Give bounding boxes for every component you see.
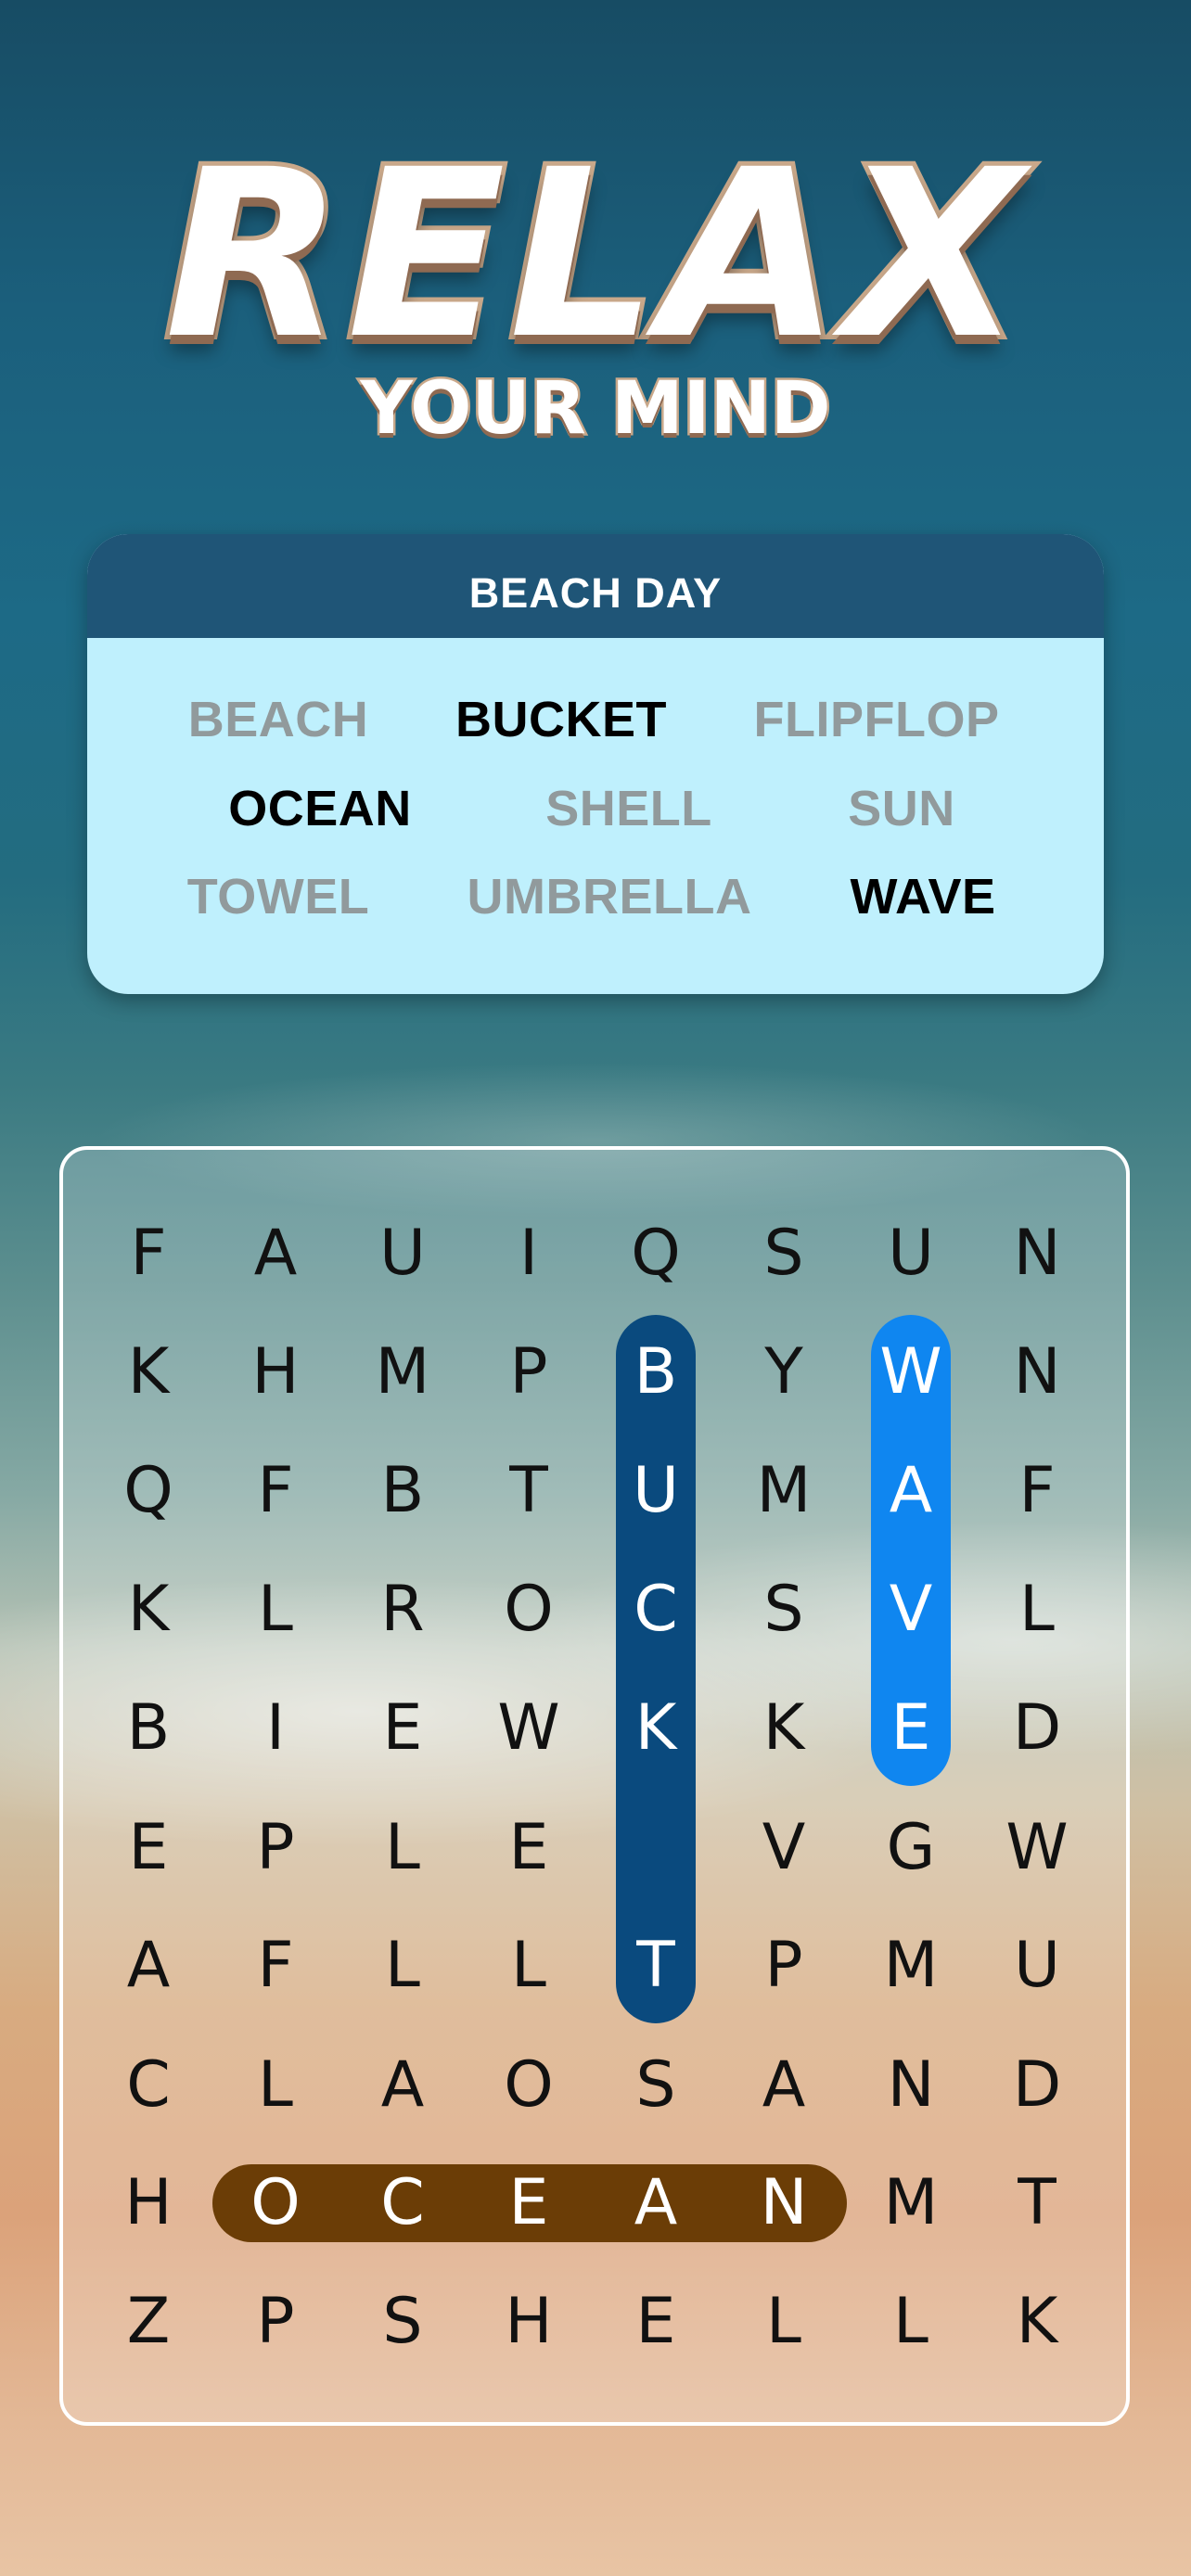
grid-letter[interactable]: T bbox=[991, 2157, 1083, 2250]
grid-letter[interactable]: Y bbox=[737, 1326, 830, 1419]
grid-letter[interactable]: P bbox=[482, 1326, 575, 1419]
grid-letter[interactable]: I bbox=[229, 1682, 322, 1775]
grid-letter[interactable]: A bbox=[609, 2157, 702, 2250]
grid-letter[interactable]: U bbox=[864, 1207, 957, 1300]
grid-letter[interactable]: U bbox=[991, 1919, 1083, 2012]
grid-letter[interactable]: E bbox=[356, 1682, 449, 1775]
grid-letter[interactable]: D bbox=[991, 2039, 1083, 2132]
word-flipflop: FLIPFLOP bbox=[753, 692, 1000, 747]
grid-letter[interactable]: L bbox=[737, 2276, 830, 2368]
grid-letter[interactable]: B bbox=[356, 1445, 449, 1537]
grid-letter[interactable]: C bbox=[356, 2157, 449, 2250]
word-list-panel: BEACH DAY BEACH BUCKET FLIPFLOP OCEAN SHELL S… bbox=[87, 534, 1104, 994]
grid-letter[interactable]: M bbox=[356, 1326, 449, 1419]
grid-letter[interactable]: O bbox=[229, 2157, 322, 2250]
grid-letter[interactable]: I bbox=[482, 1207, 575, 1300]
grid-letter[interactable]: G bbox=[864, 1802, 957, 1894]
grid-letter[interactable]: S bbox=[737, 1207, 830, 1300]
grid-letter[interactable]: C bbox=[102, 2039, 195, 2132]
grid-letter[interactable]: L bbox=[991, 1563, 1083, 1656]
grid-letter[interactable]: W bbox=[991, 1802, 1083, 1894]
grid-letter[interactable]: A bbox=[102, 1919, 195, 2012]
grid-letter[interactable]: K bbox=[991, 2276, 1083, 2368]
grid-letter[interactable]: N bbox=[991, 1326, 1083, 1419]
grid-letter[interactable]: R bbox=[356, 1563, 449, 1656]
word-umbrella: UMBRELLA bbox=[467, 869, 752, 925]
grid-letter[interactable]: F bbox=[991, 1445, 1083, 1537]
grid-letter[interactable]: V bbox=[737, 1802, 830, 1894]
grid-letter[interactable]: L bbox=[482, 1919, 575, 2012]
grid-letter[interactable]: E bbox=[864, 1682, 957, 1775]
headline-title: RELAX bbox=[160, 120, 1028, 389]
word-bucket: BUCKET bbox=[455, 692, 667, 747]
grid-letter[interactable]: T bbox=[609, 1919, 702, 2012]
grid-letter[interactable]: S bbox=[609, 2039, 702, 2132]
grid-letter[interactable]: L bbox=[864, 2276, 957, 2368]
grid-letter[interactable]: M bbox=[864, 1919, 957, 2012]
grid-letter[interactable]: N bbox=[991, 1207, 1083, 1300]
grid-letter[interactable]: A bbox=[356, 2039, 449, 2132]
word-sun: SUN bbox=[848, 781, 955, 836]
grid-letter[interactable]: F bbox=[229, 1445, 322, 1537]
grid-letter[interactable]: A bbox=[864, 1445, 957, 1537]
grid-letter[interactable]: L bbox=[356, 1802, 449, 1894]
grid-letter[interactable]: C bbox=[609, 1563, 702, 1656]
grid-letter[interactable]: E bbox=[102, 1802, 195, 1894]
grid-letter[interactable]: L bbox=[229, 1563, 322, 1656]
grid-letter[interactable]: T bbox=[482, 1445, 575, 1537]
grid-letter[interactable]: K bbox=[102, 1563, 195, 1656]
grid-letter[interactable]: M bbox=[737, 1445, 830, 1537]
word-ocean: OCEAN bbox=[228, 781, 412, 836]
grid-letter[interactable]: O bbox=[482, 1563, 575, 1656]
grid-letter[interactable]: A bbox=[737, 2039, 830, 2132]
grid-letter[interactable]: K bbox=[102, 1326, 195, 1419]
grid-letter[interactable]: N bbox=[737, 2157, 830, 2250]
grid-letter[interactable]: S bbox=[737, 1563, 830, 1656]
grid-letter[interactable]: U bbox=[356, 1207, 449, 1300]
grid-letter[interactable]: L bbox=[356, 1919, 449, 2012]
grid-letter[interactable]: N bbox=[864, 2039, 957, 2132]
grid-letter[interactable]: P bbox=[737, 1919, 830, 2012]
grid-letter[interactable]: U bbox=[609, 1445, 702, 1537]
grid-letter[interactable]: H bbox=[102, 2157, 195, 2250]
grid-letter[interactable]: O bbox=[482, 2039, 575, 2132]
grid-letter[interactable]: W bbox=[482, 1682, 575, 1775]
grid-letter[interactable]: E bbox=[482, 1802, 575, 1894]
grid-letter[interactable]: P bbox=[229, 2276, 322, 2368]
grid-letter[interactable]: H bbox=[229, 1326, 322, 1419]
headline-subtitle: YOUR MIND bbox=[358, 367, 833, 451]
grid-letter[interactable]: L bbox=[229, 2039, 322, 2132]
word-towel: TOWEL bbox=[186, 869, 370, 925]
word-shell: SHELL bbox=[545, 781, 712, 836]
word-beach: BEACH bbox=[187, 692, 369, 747]
grid-letter[interactable]: P bbox=[229, 1802, 322, 1894]
word-wave: WAVE bbox=[850, 869, 996, 925]
grid-letter[interactable]: F bbox=[102, 1207, 195, 1300]
grid-letter[interactable]: B bbox=[102, 1682, 195, 1775]
grid-letter[interactable]: Z bbox=[102, 2276, 195, 2368]
grid-letter[interactable]: B bbox=[609, 1326, 702, 1419]
grid-letter[interactable]: H bbox=[482, 2276, 575, 2368]
grid-letter[interactable]: S bbox=[356, 2276, 449, 2368]
grid-letter[interactable]: E bbox=[609, 2276, 702, 2368]
grid-letter[interactable]: M bbox=[864, 2157, 957, 2250]
grid-letter[interactable]: D bbox=[991, 1682, 1083, 1775]
grid-letter[interactable]: V bbox=[864, 1563, 957, 1656]
grid-letter[interactable]: Q bbox=[102, 1445, 195, 1537]
grid-letter[interactable]: F bbox=[229, 1919, 322, 2012]
found-highlight-bucket bbox=[616, 1315, 696, 2023]
grid-letter[interactable]: K bbox=[609, 1682, 702, 1775]
grid-letter[interactable]: Q bbox=[609, 1207, 702, 1300]
grid-letter[interactable]: K bbox=[737, 1682, 830, 1775]
word-list-title: BEACH DAY bbox=[87, 534, 1104, 638]
grid-letter[interactable]: E bbox=[482, 2157, 575, 2250]
grid-letter[interactable]: W bbox=[864, 1326, 957, 1419]
grid-letter[interactable]: A bbox=[229, 1207, 322, 1300]
